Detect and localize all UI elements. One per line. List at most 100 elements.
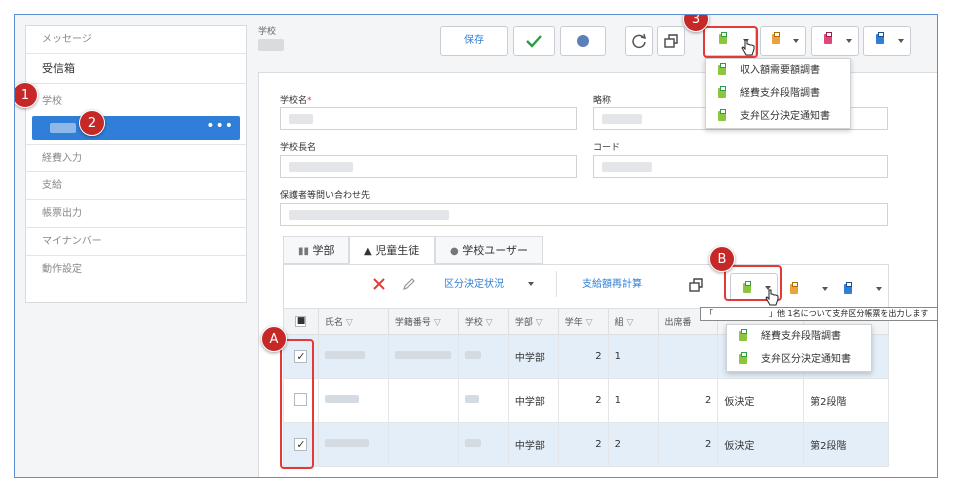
export-icon[interactable] [688, 277, 704, 293]
grade-cell: 2 [557, 334, 609, 379]
edit-icon[interactable] [402, 277, 416, 291]
filter-icon[interactable]: ▽ [586, 318, 593, 328]
sidebar-item-form-output[interactable]: 帳票出力 [26, 200, 246, 228]
code-field[interactable] [593, 155, 888, 178]
tab-department[interactable]: ▮▮ 学部 [283, 236, 349, 264]
app-window: メッセージ 受信箱 学校 ••• 経費入力 支給 帳票出力 マイナンバー 動作設… [14, 14, 938, 478]
student-name-redacted [324, 439, 369, 447]
hand-cursor-icon [765, 289, 779, 306]
help-button[interactable] [560, 26, 606, 56]
refresh-icon [632, 33, 647, 49]
filter-icon[interactable]: ▽ [486, 318, 493, 328]
sidebar-item-settings[interactable]: 動作設定 [26, 256, 246, 284]
status-dropdown[interactable]: 区分決定状況 [444, 275, 534, 290]
menu-item-income-demand-report[interactable]: 収入額需要額調書 [706, 59, 850, 82]
check-icon [526, 35, 542, 48]
recalc-button[interactable]: 支給額再計算 [582, 275, 642, 290]
export-icon [664, 34, 678, 48]
breadcrumb: 学校 [258, 27, 277, 37]
filter-icon[interactable]: ▽ [627, 318, 634, 328]
filter-icon[interactable]: ▽ [536, 318, 543, 328]
menu-item-expense-stage-report[interactable]: 経費支弁段階調書 [706, 82, 850, 105]
confirm-button[interactable] [513, 26, 555, 56]
filter-icon[interactable]: ▽ [434, 318, 441, 328]
doc-orange-icon [790, 282, 798, 294]
chevron-down-icon [821, 287, 828, 291]
sidebar-item-inbox[interactable]: 受信箱 [26, 54, 246, 84]
school-name-redacted [50, 123, 76, 133]
column-header-class[interactable]: 組 ▽ [607, 308, 659, 335]
refresh-button[interactable] [625, 26, 653, 56]
guardian-contact-label: 保護者等問い合わせ先 [280, 191, 371, 201]
hand-cursor-icon [741, 39, 755, 56]
stage-cell: 第2段階 [803, 422, 889, 467]
chevron-down-icon [528, 282, 534, 286]
graduation-cap-icon: ▲ [364, 246, 372, 257]
column-header-name[interactable]: 氏名 ▽ [317, 308, 389, 335]
chevron-down-icon [793, 39, 799, 43]
column-header-grade[interactable]: 学年 ▽ [557, 308, 609, 335]
student-no-redacted [394, 351, 451, 359]
doc-pink-icon [824, 32, 832, 44]
principal-field[interactable] [280, 155, 577, 178]
sidebar-item-payment[interactable]: 支給 [26, 172, 246, 200]
seat-cell [657, 334, 719, 379]
column-header-student-no[interactable]: 学籍番号 ▽ [387, 308, 459, 335]
menu-item-category-notice[interactable]: 支弁区分決定通知書 [706, 105, 850, 128]
school-name-field[interactable] [280, 107, 577, 130]
school-name-label: 学校名* [280, 96, 312, 106]
doc-green-icon [739, 352, 747, 364]
class-cell: 2 [607, 422, 659, 467]
sidebar-item-messages[interactable]: メッセージ [26, 26, 246, 54]
status-cell: 仮決定 [717, 378, 805, 423]
page-title-redacted [258, 39, 284, 51]
grid-doc-green-dropdown-menu: 経費支弁段階調書 支弁区分決定通知書 [726, 324, 872, 372]
help-icon [577, 35, 589, 47]
grid-doc-orange-dropdown-button[interactable] [790, 282, 828, 295]
status-cell: 仮決定 [717, 422, 805, 467]
menu-item-expense-stage-report[interactable]: 経費支弁段階調書 [727, 325, 871, 348]
grade-cell: 2 [557, 378, 609, 423]
stage-cell: 第2段階 [803, 378, 889, 423]
sidebar-item-school[interactable]: 学校 [26, 92, 246, 112]
menu-item-category-notice[interactable]: 支弁区分決定通知書 [727, 348, 871, 371]
table-row[interactable]: 中学部 2 1 2 仮決定 第2段階 [283, 378, 889, 423]
chevron-down-icon [898, 39, 904, 43]
export-button[interactable] [657, 26, 685, 56]
grid-toolbar: 区分決定状況 支給額再計算 [283, 264, 889, 308]
grid-doc-blue-dropdown-button[interactable] [844, 282, 882, 295]
chevron-down-icon [875, 287, 882, 291]
sidebar-item-expense-input[interactable]: 経費入力 [26, 144, 246, 172]
select-all-header[interactable]: ■ [283, 308, 319, 335]
principal-label: 学校長名 [280, 143, 317, 153]
column-header-dept[interactable]: 学部 ▽ [507, 308, 559, 335]
filter-icon[interactable]: ▽ [346, 318, 353, 328]
save-button[interactable]: 保存 [440, 26, 508, 56]
table-row[interactable]: ✓ 中学部 2 2 2 仮決定 第2段階 [283, 422, 889, 467]
guardian-contact-field[interactable] [280, 203, 888, 226]
dept-cell: 中学部 [507, 334, 559, 379]
column-header-school[interactable]: 学校 ▽ [457, 308, 509, 335]
doc-blue-dropdown-button[interactable] [863, 26, 911, 56]
class-cell: 1 [607, 334, 659, 379]
doc-orange-dropdown-button[interactable] [760, 26, 806, 56]
seat-cell: 2 [657, 422, 719, 467]
seat-cell: 2 [657, 378, 719, 423]
doc-pink-dropdown-button[interactable] [811, 26, 859, 56]
chart-bar-icon: ▮▮ [298, 246, 310, 257]
tab-school-users[interactable]: ● 学校ユーザー [435, 236, 543, 264]
school-redacted [464, 395, 479, 403]
more-icon[interactable]: ••• [206, 118, 234, 134]
delete-icon[interactable] [372, 277, 386, 291]
school-redacted [464, 351, 481, 359]
tab-students[interactable]: ▲ 児童生徒 [349, 236, 435, 264]
sidebar-item-my-number[interactable]: マイナンバー [26, 228, 246, 256]
sidebar-selected-school[interactable]: ••• [32, 116, 240, 140]
doc-green-dropdown-menu: 収入額需要額調書 経費支弁段階調書 支弁区分決定通知書 [705, 58, 851, 129]
doc-green-icon [718, 86, 726, 98]
callout-badge-2: 2 [79, 110, 105, 136]
select-all-checkbox[interactable]: ■ [295, 316, 307, 327]
code-label: コード [593, 143, 621, 153]
sidebar: メッセージ 受信箱 学校 ••• 経費入力 支給 帳票出力 マイナンバー 動作設… [25, 25, 247, 303]
doc-green-icon [718, 63, 726, 75]
